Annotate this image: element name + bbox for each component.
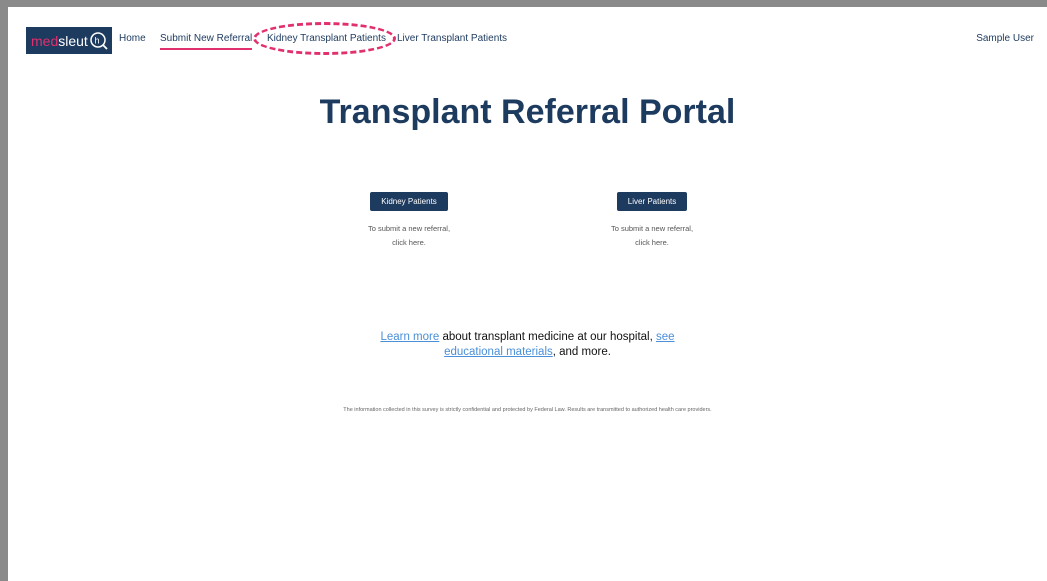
nav-home[interactable]: Home: [119, 33, 146, 44]
educational-materials-link[interactable]: educational materials: [444, 346, 553, 358]
learn-text-1: about transplant medicine at our hospita…: [439, 331, 656, 343]
logo-text-med: med: [31, 32, 59, 49]
page-title: Transplant Referral Portal: [319, 93, 736, 131]
liver-patients-button[interactable]: Liver Patients: [616, 192, 688, 211]
kidney-card-text-1: To submit a new referral,: [367, 224, 451, 233]
liver-card-text-1: To submit a new referral,: [610, 224, 694, 233]
kidney-card: Kidney Patients To submit a new referral…: [329, 191, 489, 250]
liver-card: Liver Patients To submit a new referral,…: [572, 191, 732, 250]
nav-liver-transplant-patients[interactable]: Liver Transplant Patients: [397, 33, 507, 44]
logo-text-sleut: sleut: [58, 32, 88, 49]
nav-kidney-transplant-patients[interactable]: Kidney Transplant Patients: [267, 33, 386, 44]
svg-text:h: h: [94, 35, 99, 45]
confidentiality-notice: The information collected in this survey…: [343, 407, 712, 413]
kidney-patients-button[interactable]: Kidney Patients: [370, 192, 448, 211]
learn-more-paragraph: Learn more about transplant medicine at …: [8, 330, 1047, 360]
learn-text-2: , and more.: [552, 346, 611, 358]
see-link[interactable]: see: [656, 331, 675, 343]
liver-card-text-2: click here.: [635, 238, 669, 247]
medsleuth-logo[interactable]: med sleut h: [26, 27, 112, 54]
user-menu[interactable]: Sample User: [976, 33, 1034, 44]
magnifier-h-icon: h: [90, 31, 108, 50]
learn-more-link[interactable]: Learn more: [380, 331, 439, 343]
kidney-card-text-2: click here.: [392, 238, 426, 247]
page-frame: med sleut h Home Submit New Referral Kidn…: [8, 7, 1047, 581]
nav-submit-new-referral[interactable]: Submit New Referral: [160, 33, 253, 50]
